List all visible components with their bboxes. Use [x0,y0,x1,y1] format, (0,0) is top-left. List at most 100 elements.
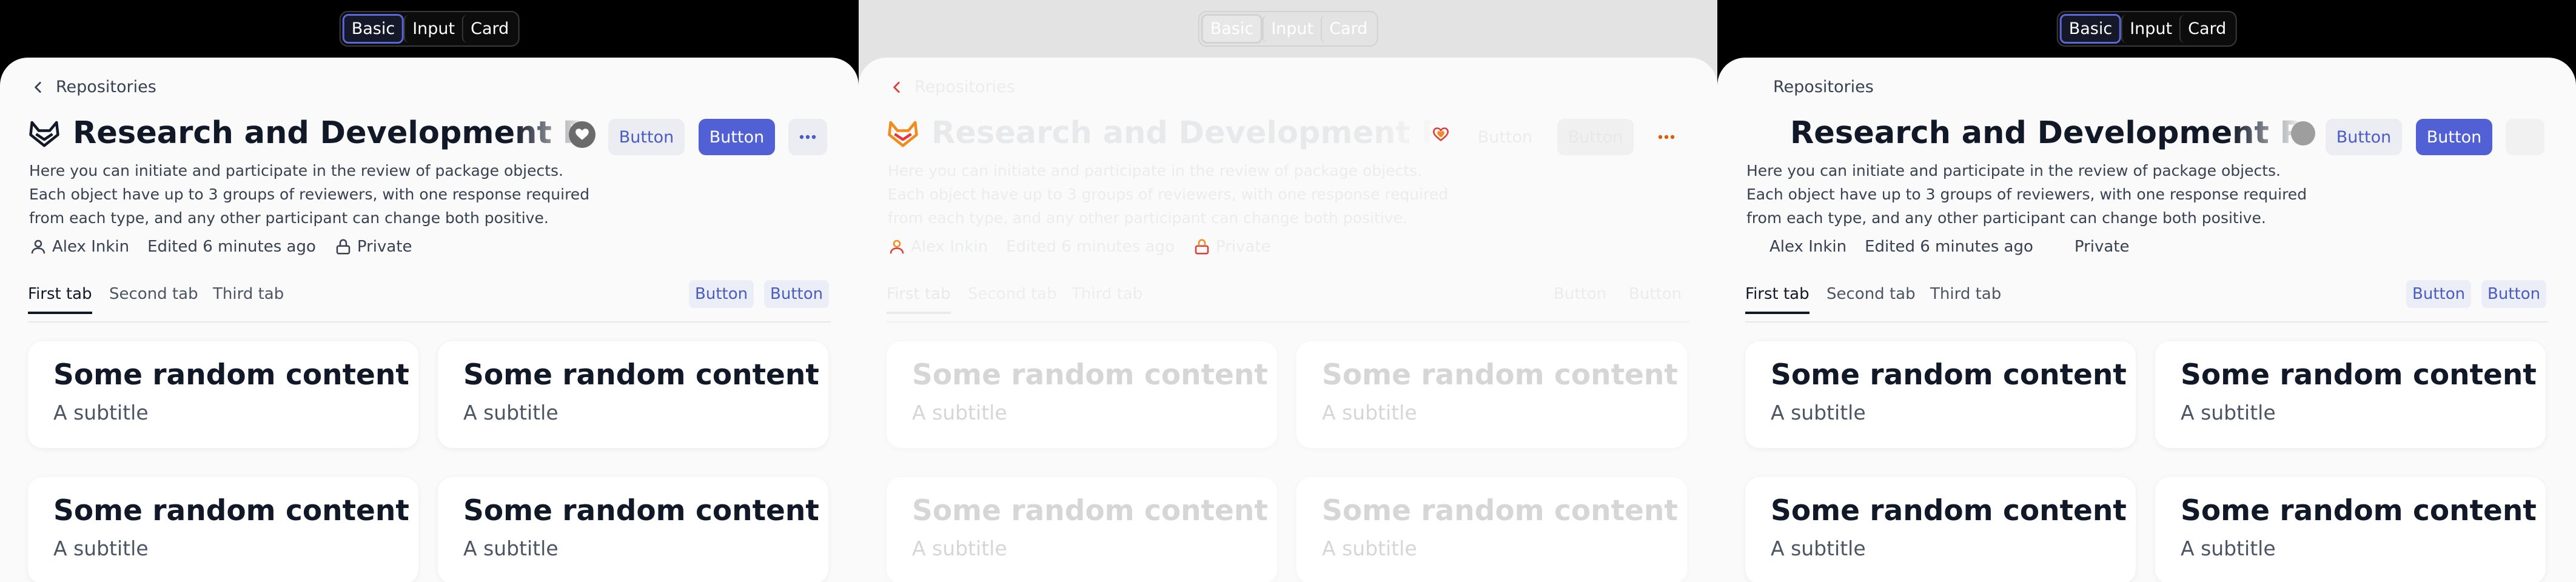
lock-icon [2051,238,2070,256]
meta-author: Alex Inkin [888,238,988,256]
tab-third[interactable]: Third tab [1930,285,2001,312]
card-subtitle: A subtitle [53,401,149,424]
tab-first[interactable]: First tab [28,285,92,314]
card-title: Some random content [1771,494,2127,527]
fox-logo-icon [1745,117,1778,150]
panel-basic-loaded: Basic Input Card Repositories Research a… [0,0,859,582]
content-card[interactable]: Some random content A subtitle [28,477,418,582]
primary-button[interactable]: Button [699,119,775,155]
tab-first[interactable]: First tab [1745,285,1810,314]
tab-first[interactable]: First tab [887,285,951,314]
card-title: Some random content [53,358,409,392]
content-card[interactable]: Some random content A subtitle [887,341,1277,448]
content-card[interactable]: Some random content A subtitle [1745,341,2136,448]
page-description: Here you can initiate and participate in… [888,162,1449,227]
mode-input[interactable]: Input [1263,15,1321,43]
more-button[interactable] [2506,119,2544,155]
edited-text: Edited 6 minutes ago [147,238,316,256]
meta-row: Alex Inkin Edited 6 minutes ago Private [29,238,431,256]
meta-edited: Edited 6 minutes ago [1865,238,2033,256]
edited-text: Edited 6 minutes ago [1006,238,1175,256]
card-subtitle: A subtitle [463,537,558,560]
tab-third[interactable]: Third tab [213,285,284,312]
card-subtitle: A subtitle [912,537,1007,560]
content-card[interactable]: Some random content A subtitle [28,341,418,448]
tab-second[interactable]: Second tab [1826,285,1916,312]
card-subtitle: A subtitle [912,401,1007,424]
mode-switch: Basic Input Card [1198,11,1378,47]
tab-bar: First tab Second tab Third tab Button Bu… [887,285,1689,323]
content-card[interactable]: Some random content A subtitle [887,477,1277,582]
secondary-button[interactable]: Button [608,119,685,155]
card-title: Some random content [463,358,819,392]
card-subtitle: A subtitle [53,537,149,560]
content-card[interactable]: Some random content A subtitle [1745,477,2136,582]
mode-card[interactable]: Card [462,15,516,43]
content-card[interactable]: Some random content A subtitle [1296,477,1687,582]
card-subtitle: A subtitle [1771,537,1866,560]
tab-bar: First tab Second tab Third tab Button Bu… [1745,280,2548,323]
tab-action-button-2[interactable]: Button [764,280,830,308]
mode-card[interactable]: Card [1321,15,1375,43]
tab-action-button-2[interactable]: Button [2481,280,2547,308]
card-subtitle: A subtitle [1771,401,1866,424]
secondary-button[interactable]: Button [1467,119,1543,155]
meta-edited: Edited 6 minutes ago [1006,238,1175,256]
author-name: Alex Inkin [1769,238,1847,256]
user-icon [890,239,904,254]
mode-basic[interactable]: Basic [1201,14,1263,44]
breadcrumb[interactable]: Repositories [1748,78,1874,96]
tab-second[interactable]: Second tab [968,285,1057,312]
card-title: Some random content [1322,358,1678,392]
tab-second[interactable]: Second tab [109,285,198,312]
tab-third[interactable]: Third tab [1072,285,1142,312]
author-name: Alex Inkin [911,238,988,256]
chevron-left-icon [893,81,900,93]
breadcrumb[interactable]: Repositories [889,78,1015,96]
card-subtitle: A subtitle [463,401,558,424]
visibility-text: Private [357,238,412,256]
content-card[interactable]: Some random content A subtitle [438,477,828,582]
mode-basic[interactable]: Basic [342,14,404,44]
primary-button[interactable]: Button [1557,119,1634,155]
tab-action-button-1[interactable]: Button [1548,280,1612,308]
content-card[interactable]: Some random content A subtitle [2155,341,2546,448]
more-button[interactable] [1647,119,1686,155]
visibility-text: Private [1215,238,1271,256]
mode-basic[interactable]: Basic [2059,14,2122,44]
more-button[interactable] [788,119,827,155]
card-subtitle: A subtitle [1322,537,1417,560]
favorite-toggle[interactable] [569,121,595,148]
content-card[interactable]: Some random content A subtitle [2155,477,2546,582]
chevron-left-icon [1748,79,1763,95]
more-horizontal-icon [799,135,816,139]
page-description: Here you can initiate and participate in… [29,162,590,227]
meta-author: Alex Inkin [1746,238,1846,256]
edited-text: Edited 6 minutes ago [1865,238,2033,256]
mode-input[interactable]: Input [2121,15,2179,43]
primary-button[interactable]: Button [2416,119,2492,155]
meta-row: Alex Inkin Edited 6 minutes ago Private [888,238,1289,256]
tab-action-button-1[interactable]: Button [689,280,754,308]
card-title: Some random content [1322,494,1678,527]
heart-icon [575,129,589,140]
user-icon [1746,238,1765,256]
content-card[interactable]: Some random content A subtitle [438,341,828,448]
page-description: Here you can initiate and participate in… [1746,162,2307,227]
mode-card[interactable]: Card [2179,15,2233,43]
meta-visibility: Private [334,238,412,256]
favorite-toggle[interactable] [2291,121,2315,146]
meta-row: Alex Inkin Edited 6 minutes ago Private [1746,238,2148,256]
tab-action-button-2[interactable]: Button [1623,280,1688,308]
lock-icon [1195,239,1209,255]
card-title: Some random content [2181,358,2537,392]
content-card[interactable]: Some random content A subtitle [1296,341,1687,448]
chevron-left-icon [35,81,41,93]
mode-input[interactable]: Input [404,15,462,43]
favorite-toggle[interactable] [1427,121,1454,148]
breadcrumb[interactable]: Repositories [30,78,156,96]
tab-action-button-1[interactable]: Button [2406,280,2472,308]
card-title: Some random content [53,494,409,527]
secondary-button[interactable]: Button [2326,119,2402,155]
page-title: Research and Development Platform [73,115,585,151]
